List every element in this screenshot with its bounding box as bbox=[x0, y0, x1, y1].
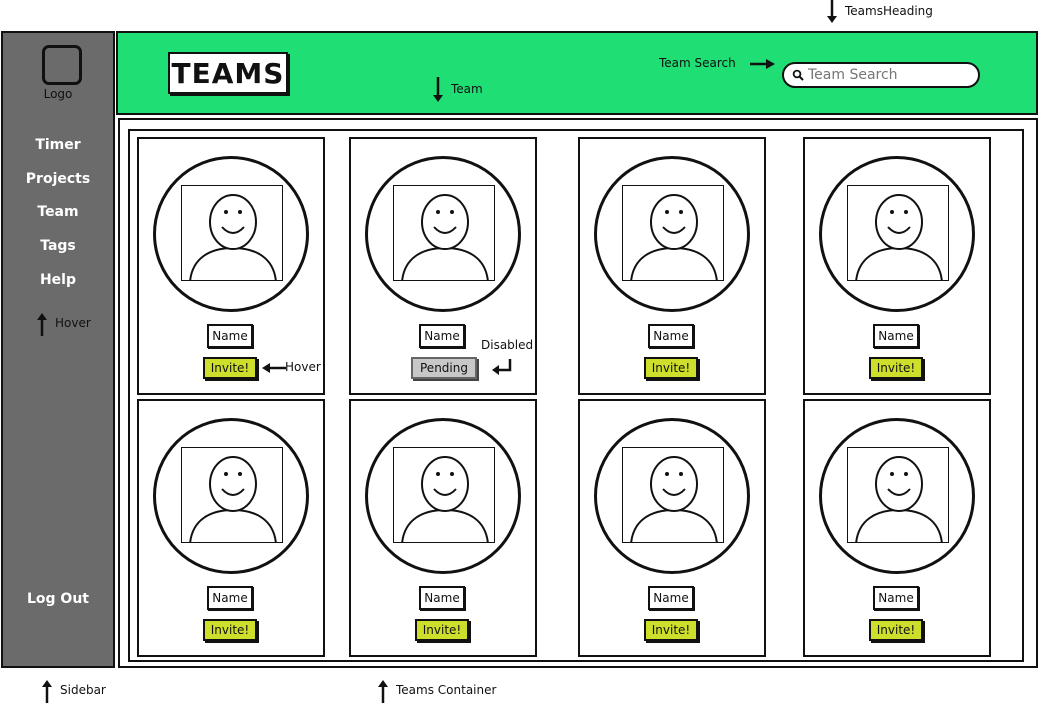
team-card: Name Invite! bbox=[803, 399, 991, 657]
person-icon bbox=[855, 194, 943, 280]
annotation-disabled: Disabled bbox=[481, 338, 534, 352]
member-name: Name bbox=[207, 586, 253, 610]
annotation-teams-container: Teams Container bbox=[396, 683, 497, 697]
sidebar-item-help[interactable]: Help bbox=[3, 272, 113, 288]
search-icon bbox=[792, 69, 804, 81]
logo-label: Logo bbox=[43, 87, 73, 101]
arrow-up-icon bbox=[378, 680, 388, 703]
avatar bbox=[594, 156, 750, 312]
logo[interactable] bbox=[42, 45, 82, 85]
avatar-image bbox=[393, 447, 495, 543]
invite-button[interactable]: Invite! bbox=[415, 619, 469, 641]
avatar bbox=[365, 156, 521, 312]
person-icon bbox=[855, 456, 943, 542]
person-icon bbox=[630, 456, 718, 542]
member-name: Name bbox=[207, 324, 253, 348]
member-name: Name bbox=[648, 586, 694, 610]
annotation-team: Team bbox=[451, 82, 483, 96]
invite-button[interactable]: Invite! bbox=[869, 357, 923, 379]
person-icon bbox=[401, 194, 489, 280]
return-arrow-icon bbox=[492, 359, 512, 375]
annotation-sidebar: Sidebar bbox=[60, 683, 106, 697]
arrow-left-icon bbox=[262, 363, 286, 373]
pending-button: Pending bbox=[411, 357, 477, 379]
invite-button[interactable]: Invite! bbox=[644, 357, 698, 379]
team-card: Name Invite! bbox=[578, 137, 766, 395]
sidebar-item-timer[interactable]: Timer bbox=[3, 137, 113, 153]
team-card: Name Invite! bbox=[578, 399, 766, 657]
sidebar-item-team[interactable]: Team bbox=[3, 204, 113, 220]
avatar-image bbox=[181, 447, 283, 543]
avatar bbox=[819, 156, 975, 312]
sidebar-item-tags[interactable]: Tags bbox=[3, 238, 113, 254]
avatar bbox=[819, 418, 975, 574]
invite-button[interactable]: Invite! bbox=[203, 619, 257, 641]
search-input[interactable] bbox=[808, 67, 968, 83]
teams-heading: TEAMS Team Team Search bbox=[116, 31, 1038, 115]
search-box[interactable] bbox=[782, 62, 980, 88]
team-card: Name Pending bbox=[349, 137, 537, 395]
arrow-down-icon bbox=[827, 0, 837, 23]
avatar-image bbox=[181, 185, 283, 281]
sidebar: Logo Timer Projects Team Tags Help Hover… bbox=[1, 31, 115, 668]
logout-button[interactable]: Log Out bbox=[3, 591, 113, 607]
annotation-hover-card: Hover bbox=[285, 360, 321, 374]
annotation-team-search: Team Search bbox=[659, 56, 736, 70]
invite-button[interactable]: Invite! bbox=[869, 619, 923, 641]
avatar-image bbox=[622, 447, 724, 543]
avatar-image bbox=[847, 185, 949, 281]
person-icon bbox=[189, 194, 277, 280]
invite-button[interactable]: Invite! bbox=[203, 357, 257, 379]
member-name: Name bbox=[648, 324, 694, 348]
member-name: Name bbox=[419, 324, 465, 348]
avatar-image bbox=[393, 185, 495, 281]
avatar-image bbox=[847, 447, 949, 543]
member-name: Name bbox=[873, 324, 919, 348]
arrow-right-icon bbox=[750, 59, 775, 69]
avatar bbox=[153, 156, 309, 312]
annotation-hover-sidebar: Hover bbox=[55, 316, 91, 330]
avatar bbox=[365, 418, 521, 574]
member-name: Name bbox=[873, 586, 919, 610]
team-card: Name Invite! bbox=[137, 137, 325, 395]
team-card: Name Invite! bbox=[137, 399, 325, 657]
sidebar-item-projects[interactable]: Projects bbox=[3, 171, 113, 187]
person-icon bbox=[630, 194, 718, 280]
avatar bbox=[153, 418, 309, 574]
annotation-teams-heading: TeamsHeading bbox=[845, 4, 933, 18]
arrow-up-icon bbox=[42, 680, 52, 703]
invite-button[interactable]: Invite! bbox=[644, 619, 698, 641]
avatar-image bbox=[622, 185, 724, 281]
team-card: Name Invite! bbox=[349, 399, 537, 657]
person-icon bbox=[401, 456, 489, 542]
team-card: Name Invite! bbox=[803, 137, 991, 395]
member-name: Name bbox=[419, 586, 465, 610]
arrow-down-icon bbox=[433, 77, 443, 102]
person-icon bbox=[189, 456, 277, 542]
arrow-up-icon bbox=[37, 313, 47, 336]
page-title: TEAMS bbox=[168, 52, 288, 94]
avatar bbox=[594, 418, 750, 574]
